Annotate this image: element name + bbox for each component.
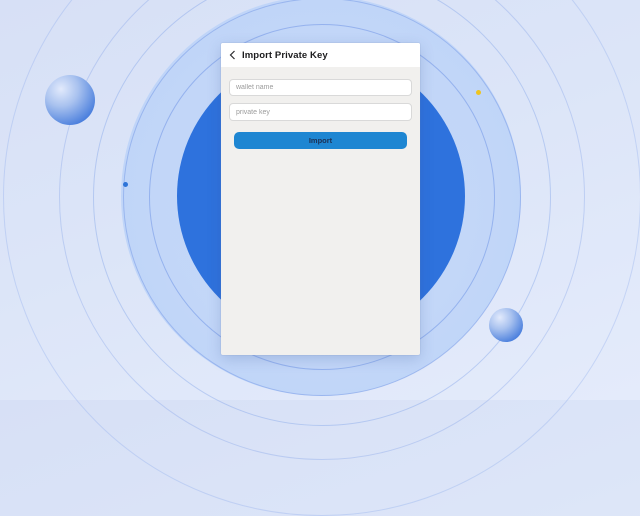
yellow-dot-icon (476, 90, 481, 95)
gradient-orb-icon (489, 308, 523, 342)
import-private-key-panel: Import Private Key Import (221, 43, 420, 355)
blue-dot-icon (123, 182, 128, 187)
private-key-input[interactable] (229, 103, 412, 121)
chevron-left-icon (229, 48, 236, 63)
gradient-orb-icon (45, 75, 95, 125)
back-button[interactable] (223, 43, 241, 67)
wallet-name-input[interactable] (229, 79, 412, 96)
import-button[interactable]: Import (234, 132, 407, 149)
panel-header: Import Private Key (221, 43, 420, 67)
page-title: Import Private Key (242, 49, 328, 61)
